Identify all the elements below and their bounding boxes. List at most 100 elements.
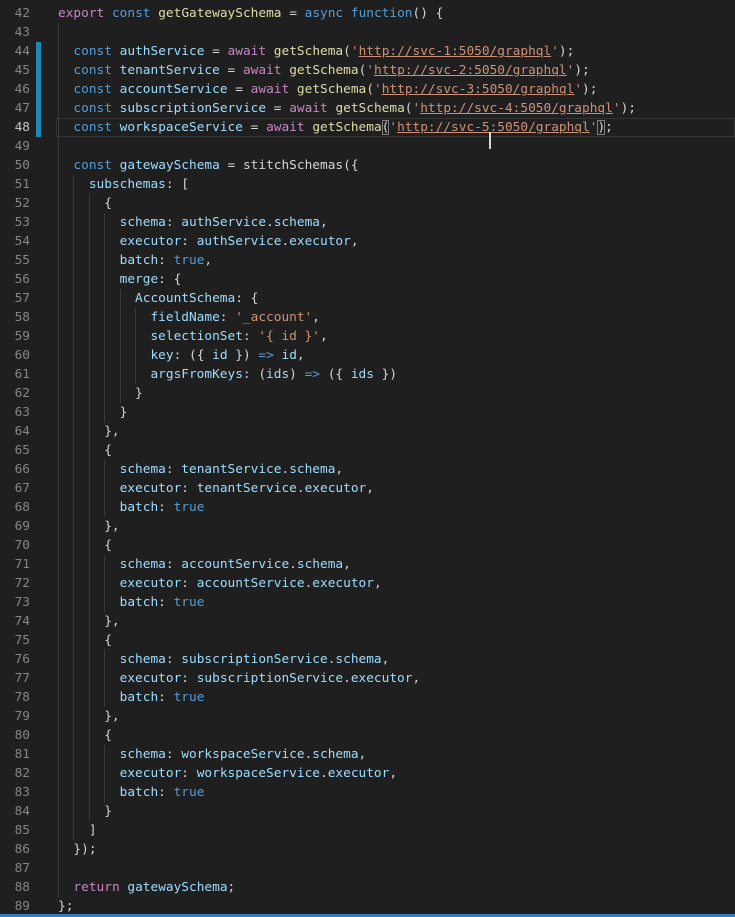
line-number[interactable]: 45 bbox=[0, 61, 30, 80]
code-line[interactable]: 52 { bbox=[0, 194, 735, 213]
line-number[interactable]: 69 bbox=[0, 517, 30, 536]
code-line[interactable]: 59 selectionSet: '{ id }', bbox=[0, 327, 735, 346]
code-line[interactable]: 76 schema: subscriptionService.schema, bbox=[0, 650, 735, 669]
code-line[interactable]: 45 const tenantService = await getSchema… bbox=[0, 61, 735, 80]
line-number[interactable]: 81 bbox=[0, 745, 30, 764]
indent-guide bbox=[104, 308, 105, 327]
line-number[interactable]: 70 bbox=[0, 536, 30, 555]
code-line[interactable]: 88 return gatewaySchema; bbox=[0, 878, 735, 897]
code-line[interactable]: 58 fieldName: '_account', bbox=[0, 308, 735, 327]
code-line[interactable]: 44 const authService = await getSchema('… bbox=[0, 42, 735, 61]
line-number[interactable]: 62 bbox=[0, 384, 30, 403]
code-line[interactable]: 64 }, bbox=[0, 422, 735, 441]
line-number[interactable]: 71 bbox=[0, 555, 30, 574]
code-line[interactable]: 75 { bbox=[0, 631, 735, 650]
code-line[interactable]: 81 schema: workspaceService.schema, bbox=[0, 745, 735, 764]
line-number[interactable]: 59 bbox=[0, 327, 30, 346]
line-number[interactable]: 44 bbox=[0, 42, 30, 61]
line-number[interactable]: 76 bbox=[0, 650, 30, 669]
code-line[interactable]: 61 argsFromKeys: (ids) => ({ ids }) bbox=[0, 365, 735, 384]
code-line[interactable]: 57 AccountSchema: { bbox=[0, 289, 735, 308]
line-number[interactable]: 78 bbox=[0, 688, 30, 707]
code-line[interactable]: 60 key: ({ id }) => id, bbox=[0, 346, 735, 365]
line-number[interactable]: 50 bbox=[0, 156, 30, 175]
line-number[interactable]: 79 bbox=[0, 707, 30, 726]
line-number[interactable]: 77 bbox=[0, 669, 30, 688]
code-line[interactable]: 63 } bbox=[0, 403, 735, 422]
code-line[interactable]: 73 batch: true bbox=[0, 593, 735, 612]
line-number[interactable]: 56 bbox=[0, 270, 30, 289]
line-number[interactable]: 52 bbox=[0, 194, 30, 213]
code-line[interactable]: 42export const getGatewaySchema = async … bbox=[0, 4, 735, 23]
code-line[interactable]: 51 subschemas: [ bbox=[0, 175, 735, 194]
code-token: : bbox=[166, 215, 181, 230]
code-line[interactable]: 85 ] bbox=[0, 821, 735, 840]
line-number[interactable]: 42 bbox=[0, 4, 30, 23]
indent-guide bbox=[135, 346, 136, 365]
code-text: const accountService = await getSchema('… bbox=[58, 80, 735, 99]
code-line[interactable]: 47 const subscriptionService = await get… bbox=[0, 99, 735, 118]
code-line[interactable]: 69 }, bbox=[0, 517, 735, 536]
code-line[interactable]: 50 const gatewaySchema = stitchSchemas({ bbox=[0, 156, 735, 175]
code-line[interactable]: 54 executor: authService.executor, bbox=[0, 232, 735, 251]
line-number[interactable]: 82 bbox=[0, 764, 30, 783]
code-line[interactable]: 56 merge: { bbox=[0, 270, 735, 289]
code-line[interactable]: 55 batch: true, bbox=[0, 251, 735, 270]
line-number[interactable]: 67 bbox=[0, 479, 30, 498]
line-number[interactable]: 66 bbox=[0, 460, 30, 479]
line-number[interactable]: 87 bbox=[0, 859, 30, 878]
code-line[interactable]: 62 } bbox=[0, 384, 735, 403]
line-number[interactable]: 73 bbox=[0, 593, 30, 612]
line-number[interactable]: 53 bbox=[0, 213, 30, 232]
line-number[interactable]: 58 bbox=[0, 308, 30, 327]
line-number[interactable]: 65 bbox=[0, 441, 30, 460]
code-line[interactable]: 78 batch: true bbox=[0, 688, 735, 707]
code-line[interactable]: 77 executor: subscriptionService.executo… bbox=[0, 669, 735, 688]
line-number[interactable]: 75 bbox=[0, 631, 30, 650]
line-number[interactable]: 85 bbox=[0, 821, 30, 840]
code-line[interactable]: 53 schema: authService.schema, bbox=[0, 213, 735, 232]
line-number[interactable]: 84 bbox=[0, 802, 30, 821]
code-line[interactable]: 72 executor: accountService.executor, bbox=[0, 574, 735, 593]
code-line[interactable]: 87 bbox=[0, 859, 735, 878]
code-line[interactable]: 79 }, bbox=[0, 707, 735, 726]
code-line[interactable]: 70 { bbox=[0, 536, 735, 555]
line-number[interactable]: 83 bbox=[0, 783, 30, 802]
line-number[interactable]: 88 bbox=[0, 878, 30, 897]
line-number[interactable]: 57 bbox=[0, 289, 30, 308]
line-number[interactable]: 51 bbox=[0, 175, 30, 194]
code-line[interactable]: 49 bbox=[0, 137, 735, 156]
code-line[interactable]: 68 batch: true bbox=[0, 498, 735, 517]
code-line[interactable]: 46 const accountService = await getSchem… bbox=[0, 80, 735, 99]
line-number[interactable]: 54 bbox=[0, 232, 30, 251]
line-number[interactable]: 47 bbox=[0, 99, 30, 118]
code-line[interactable]: 84 } bbox=[0, 802, 735, 821]
code-line[interactable]: 71 schema: accountService.schema, bbox=[0, 555, 735, 574]
line-number[interactable]: 49 bbox=[0, 137, 30, 156]
line-number[interactable]: 86 bbox=[0, 840, 30, 859]
code-editor[interactable]: 42export const getGatewaySchema = async … bbox=[0, 0, 735, 917]
code-line[interactable]: 80 { bbox=[0, 726, 735, 745]
line-number[interactable]: 68 bbox=[0, 498, 30, 517]
code-line[interactable]: 83 batch: true bbox=[0, 783, 735, 802]
code-line[interactable]: 86 }); bbox=[0, 840, 735, 859]
line-number[interactable]: 72 bbox=[0, 574, 30, 593]
code-line[interactable]: 74 }, bbox=[0, 612, 735, 631]
line-number[interactable]: 46 bbox=[0, 80, 30, 99]
line-number[interactable]: 64 bbox=[0, 422, 30, 441]
indent-guide bbox=[73, 441, 74, 460]
code-line[interactable]: 82 executor: workspaceService.executor, bbox=[0, 764, 735, 783]
line-number[interactable]: 55 bbox=[0, 251, 30, 270]
code-line[interactable]: 43 bbox=[0, 23, 735, 42]
line-number[interactable]: 60 bbox=[0, 346, 30, 365]
code-line[interactable]: 67 executor: tenantService.executor, bbox=[0, 479, 735, 498]
line-number[interactable]: 48 bbox=[0, 118, 30, 137]
code-line[interactable]: 48 const workspaceService = await getSch… bbox=[0, 118, 735, 137]
line-number[interactable]: 61 bbox=[0, 365, 30, 384]
line-number[interactable]: 74 bbox=[0, 612, 30, 631]
code-line[interactable]: 66 schema: tenantService.schema, bbox=[0, 460, 735, 479]
code-line[interactable]: 65 { bbox=[0, 441, 735, 460]
line-number[interactable]: 43 bbox=[0, 23, 30, 42]
line-number[interactable]: 80 bbox=[0, 726, 30, 745]
line-number[interactable]: 63 bbox=[0, 403, 30, 422]
